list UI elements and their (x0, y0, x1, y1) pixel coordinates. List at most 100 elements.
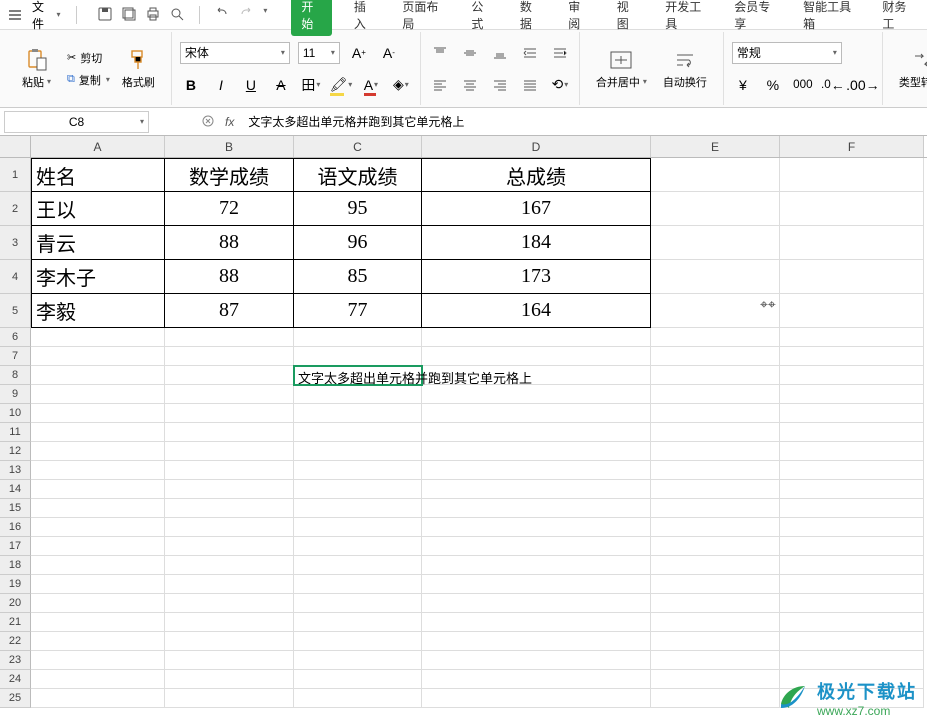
font-size-select[interactable]: 11▾ (298, 42, 340, 64)
tab-9[interactable]: 智能工具箱 (797, 0, 860, 36)
orientation-button[interactable]: ⟲▾ (549, 74, 571, 96)
cell-E25[interactable] (651, 689, 780, 708)
cell-E9[interactable] (651, 385, 780, 404)
cell-D19[interactable] (422, 575, 651, 594)
tab-0[interactable]: 开始 (291, 0, 331, 36)
strikethrough-button[interactable]: A (270, 74, 292, 96)
row-header-6[interactable]: 6 (0, 328, 31, 347)
cell-E3[interactable] (651, 226, 780, 260)
cell-E16[interactable] (651, 518, 780, 537)
cell-C5[interactable]: 77 (294, 294, 422, 328)
cell-D3[interactable]: 184 (422, 226, 651, 260)
cell-E22[interactable] (651, 632, 780, 651)
cell-C1[interactable]: 语文成绩 (294, 158, 422, 192)
cell-B24[interactable] (165, 670, 294, 689)
tab-2[interactable]: 页面布局 (396, 0, 449, 36)
cell-F21[interactable] (780, 613, 924, 632)
qat-dropdown[interactable]: ▾ (263, 6, 267, 24)
redo-icon[interactable] (238, 6, 254, 22)
cell-E13[interactable] (651, 461, 780, 480)
tab-4[interactable]: 数据 (514, 0, 546, 36)
cell-D25[interactable] (422, 689, 651, 708)
row-header-18[interactable]: 18 (0, 556, 31, 575)
decrease-font-button[interactable]: A- (378, 42, 400, 64)
cell-D2[interactable]: 167 (422, 192, 651, 226)
row-header-7[interactable]: 7 (0, 347, 31, 366)
undo-icon[interactable] (214, 6, 230, 22)
merge-cells-button[interactable]: 合并居中▾ (588, 48, 655, 90)
cell-B9[interactable] (165, 385, 294, 404)
cell-C22[interactable] (294, 632, 422, 651)
row-header-11[interactable]: 11 (0, 423, 31, 442)
cell-E2[interactable] (651, 192, 780, 226)
align-right-button[interactable] (489, 74, 511, 96)
cell-C3[interactable]: 96 (294, 226, 422, 260)
row-header-24[interactable]: 24 (0, 670, 31, 689)
cell-D1[interactable]: 总成绩 (422, 158, 651, 192)
cell-F10[interactable] (780, 404, 924, 423)
increase-decimal-button[interactable]: .0← (822, 74, 844, 96)
cell-A20[interactable] (31, 594, 165, 613)
cell-B10[interactable] (165, 404, 294, 423)
cell-E8[interactable] (651, 366, 780, 385)
align-middle-button[interactable] (459, 42, 481, 64)
cell-A1[interactable]: 姓名 (31, 158, 165, 192)
type-conversion-button[interactable]: 类型转换▾ (891, 48, 927, 90)
tab-6[interactable]: 视图 (611, 0, 643, 36)
row-header-12[interactable]: 12 (0, 442, 31, 461)
cell-C11[interactable] (294, 423, 422, 442)
cell-D12[interactable] (422, 442, 651, 461)
cell-D20[interactable] (422, 594, 651, 613)
row-header-20[interactable]: 20 (0, 594, 31, 613)
row-header-5[interactable]: 5 (0, 294, 31, 328)
cell-F23[interactable] (780, 651, 924, 670)
cell-E11[interactable] (651, 423, 780, 442)
cell-F12[interactable] (780, 442, 924, 461)
row-header-15[interactable]: 15 (0, 499, 31, 518)
row-header-19[interactable]: 19 (0, 575, 31, 594)
grid-body[interactable]: 1姓名数学成绩语文成绩总成绩2王以72951673青云88961844李木子88… (0, 158, 927, 708)
row-header-8[interactable]: 8 (0, 366, 31, 385)
row-header-22[interactable]: 22 (0, 632, 31, 651)
cell-B21[interactable] (165, 613, 294, 632)
cell-A6[interactable] (31, 328, 165, 347)
row-header-17[interactable]: 17 (0, 537, 31, 556)
underline-button[interactable]: U (240, 74, 262, 96)
cell-C15[interactable] (294, 499, 422, 518)
justify-button[interactable] (519, 74, 541, 96)
percent-button[interactable]: % (762, 74, 784, 96)
cell-B14[interactable] (165, 480, 294, 499)
comma-button[interactable]: 000 (792, 74, 814, 96)
cell-E14[interactable] (651, 480, 780, 499)
cell-B19[interactable] (165, 575, 294, 594)
cell-B5[interactable]: 87 (165, 294, 294, 328)
paste-button[interactable]: 粘贴▾ (14, 48, 59, 90)
cell-E24[interactable] (651, 670, 780, 689)
column-header-C[interactable]: C (294, 136, 422, 157)
row-header-3[interactable]: 3 (0, 226, 31, 260)
cell-E4[interactable] (651, 260, 780, 294)
copy-button[interactable]: ⧉复制▾ (63, 70, 114, 90)
cell-B3[interactable]: 88 (165, 226, 294, 260)
tab-10[interactable]: 财务工 (876, 0, 919, 36)
cell-B8[interactable] (165, 366, 294, 385)
cell-F18[interactable] (780, 556, 924, 575)
tab-3[interactable]: 公式 (465, 0, 497, 36)
cell-A22[interactable] (31, 632, 165, 651)
indent-increase-button[interactable] (549, 42, 571, 64)
cell-B4[interactable]: 88 (165, 260, 294, 294)
tab-8[interactable]: 会员专享 (728, 0, 781, 36)
cell-C18[interactable] (294, 556, 422, 575)
cell-D7[interactable] (422, 347, 651, 366)
number-format-select[interactable]: 常规▾ (732, 42, 842, 64)
row-header-2[interactable]: 2 (0, 192, 31, 226)
row-header-14[interactable]: 14 (0, 480, 31, 499)
cell-F3[interactable] (780, 226, 924, 260)
row-header-25[interactable]: 25 (0, 689, 31, 708)
decrease-decimal-button[interactable]: .00→ (852, 74, 874, 96)
cell-D9[interactable] (422, 385, 651, 404)
row-header-21[interactable]: 21 (0, 613, 31, 632)
column-header-D[interactable]: D (422, 136, 651, 157)
cell-D22[interactable] (422, 632, 651, 651)
save-icon[interactable] (97, 6, 113, 22)
